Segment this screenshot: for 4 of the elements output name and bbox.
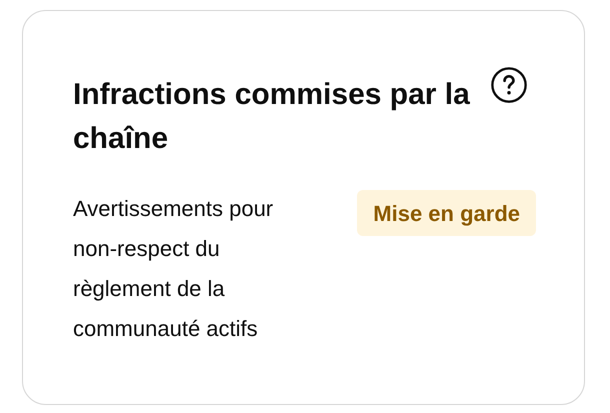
description: Avertissements pour non-respect du règlement de la communauté actifs [73, 195, 274, 343]
status-badge: Mise en garde [357, 190, 536, 236]
card-title: Infractions commises par la chaîne [73, 78, 470, 155]
help-icon[interactable] [490, 66, 528, 104]
